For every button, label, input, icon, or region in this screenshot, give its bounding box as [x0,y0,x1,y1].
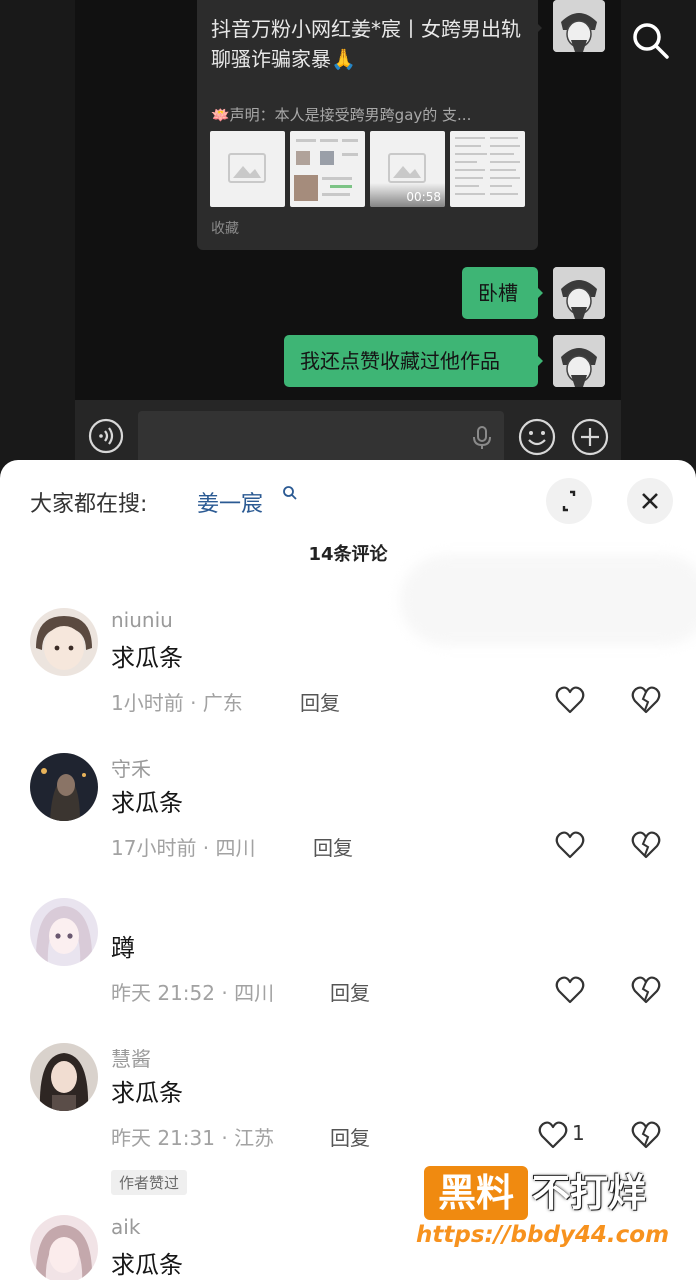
favorite-card-thumbnails: 00:58 [210,131,526,207]
sender-avatar[interactable] [553,335,605,387]
image-placeholder-icon [228,153,266,183]
favorite-card-desc: 🪷声明：本人是接受跨男跨gay的 支... [211,106,472,124]
mic-icon[interactable] [471,426,493,450]
watermark-text: 不打烊 [532,1171,647,1215]
message-bubble[interactable]: 卧槽 [462,267,543,319]
comment-username[interactable]: 守禾 [111,753,151,782]
video-thumbnail[interactable]: 00:58 [370,131,445,207]
comment-item: niuniu 求瓜条 1小时前 · 广东 回复 [0,608,696,748]
comment-text: 求瓜条 [111,1079,183,1107]
close-icon [642,493,658,509]
plus-icon[interactable] [571,418,609,456]
comment-text: 求瓜条 [111,1251,183,1279]
sender-avatar[interactable] [553,0,605,52]
like-button[interactable]: 1 [538,1121,598,1151]
avatar-illustration [553,0,605,52]
heart-icon [538,1121,568,1149]
expand-button[interactable] [546,478,592,524]
broken-heart-icon[interactable] [631,976,661,1004]
emoji-icon[interactable] [518,418,556,456]
expand-icon [562,490,576,512]
comment-time-location: 昨天 21:31 · 江苏 [111,1126,275,1150]
comment-text: 求瓜条 [111,644,183,672]
heart-icon [555,831,585,859]
avatar[interactable] [30,608,98,676]
site-watermark: 黑料 不打烊 https://bbdy44.com [410,1160,696,1280]
heart-icon [555,976,585,1004]
close-button[interactable] [627,478,673,524]
comment-time-location: 1小时前 · 广东 [111,691,243,715]
comment-time-location: 昨天 21:52 · 四川 [111,981,275,1005]
reply-button[interactable]: 回复 [330,1122,370,1151]
reply-button[interactable]: 回复 [330,977,370,1006]
comment-sheet: 大家都在搜: 姜一宸 14条评论 niuniu 求瓜条 1小时前 · 广东 回复… [0,460,696,1280]
favorite-card-title: 抖音万粉小网红姜*宸丨女跨男出轨聊骚诈骗家暴🙏 [211,17,521,71]
avatar[interactable] [30,898,98,966]
like-count: 1 [572,1121,585,1145]
image-placeholder-icon [388,153,426,183]
comment-text: 蹲 [111,934,135,962]
comment-time-location: 17小时前 · 四川 [111,836,256,860]
watermark-url: https://bbdy44.com [416,1222,670,1248]
comment-item: 守禾 求瓜条 17小时前 · 四川 回复 [0,753,696,893]
comment-username[interactable]: aik [111,1215,140,1239]
broken-heart-icon[interactable] [631,831,661,859]
watermark-badge: 黑料 [424,1166,528,1220]
avatar[interactable] [30,753,98,821]
search-suggest-term[interactable]: 姜一宸 [197,486,263,518]
image-thumbnail[interactable] [210,131,285,207]
comment-item: 蹲 昨天 21:52 · 四川 回复 [0,898,696,1038]
author-liked-badge: 作者赞过 [111,1170,188,1195]
sender-avatar[interactable] [553,267,605,319]
search-icon[interactable] [282,485,298,501]
broken-heart-icon[interactable] [631,1121,661,1149]
reply-button[interactable]: 回复 [300,687,340,716]
heart-icon [555,686,585,714]
screenshot-thumbnail[interactable] [290,131,365,207]
favorite-source-label: 收藏 [211,221,239,237]
search-icon[interactable] [630,20,670,60]
broken-heart-icon[interactable] [631,686,661,714]
document-thumbnail[interactable] [450,131,525,207]
favorite-card[interactable]: 抖音万粉小网红姜*宸丨女跨男出轨聊骚诈骗家暴🙏 🪷声明：本人是接受跨男跨gay的… [197,0,542,250]
voice-icon[interactable] [88,418,124,454]
comment-count: 14条评论 [308,544,388,565]
message-bubble[interactable]: 我还点赞收藏过他作品 [284,335,543,387]
avatar[interactable] [30,1215,98,1280]
chat-screenshot: 抖音万粉小网红姜*宸丨女跨男出轨聊骚诈骗家暴🙏 🪷声明：本人是接受跨男跨gay的… [0,0,696,470]
reply-button[interactable]: 回复 [313,832,353,861]
comment-text: 求瓜条 [111,789,183,817]
video-duration: 00:58 [406,190,441,204]
avatar[interactable] [30,1043,98,1111]
message-input[interactable] [138,411,504,465]
avatar-illustration [553,335,605,387]
search-suggest-label: 大家都在搜: [30,492,148,517]
avatar-illustration [553,267,605,319]
comment-username[interactable]: niuniu [111,608,173,632]
comment-username[interactable]: 慧酱 [111,1043,151,1072]
